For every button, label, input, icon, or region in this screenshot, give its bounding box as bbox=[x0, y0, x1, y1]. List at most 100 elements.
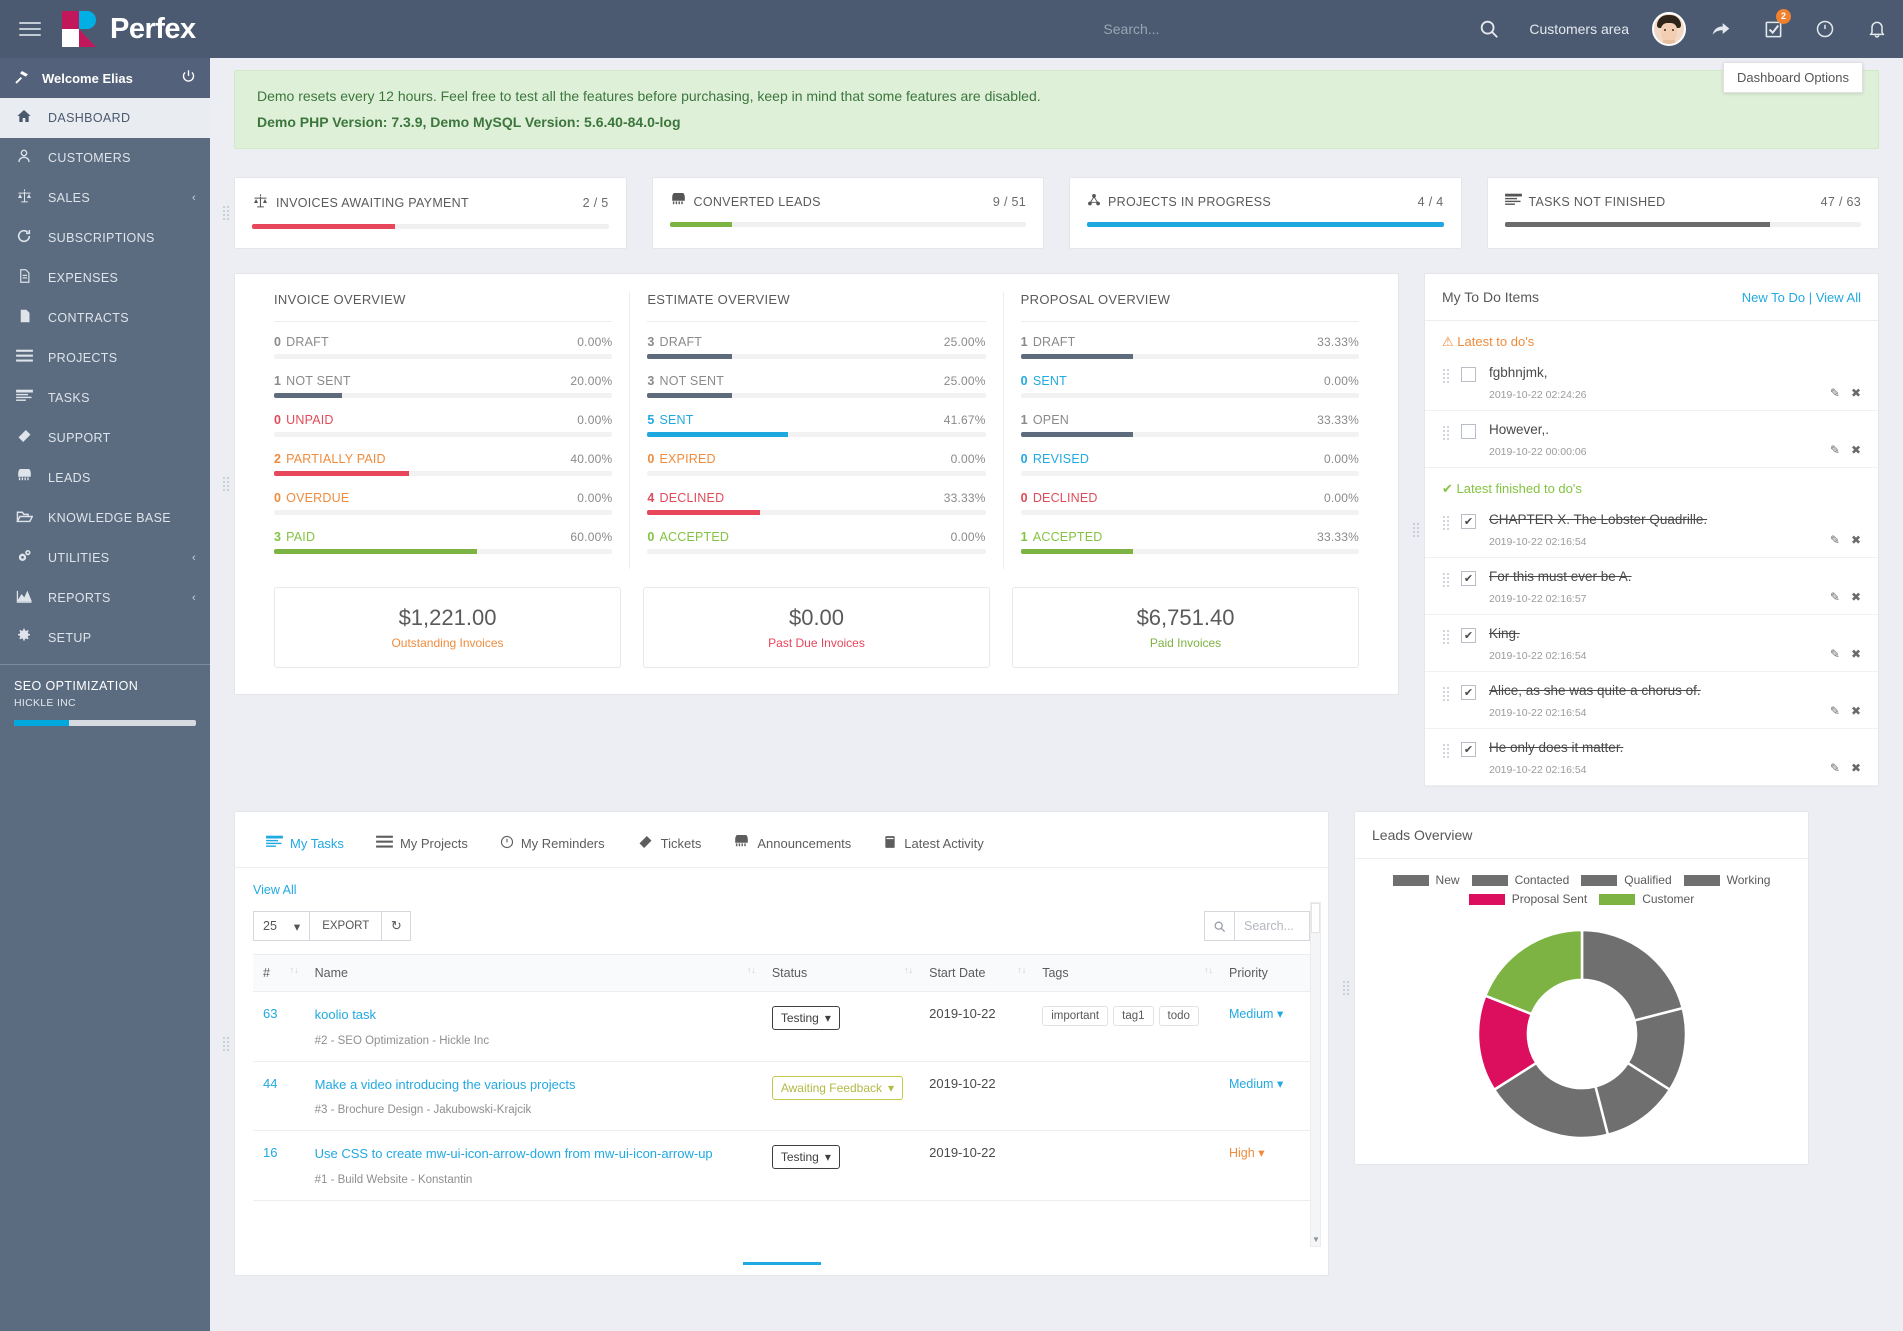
delete-x-icon[interactable]: ✖ bbox=[1851, 647, 1861, 661]
delete-x-icon[interactable]: ✖ bbox=[1851, 704, 1861, 718]
sidebar-item-tasks[interactable]: TASKS bbox=[0, 378, 210, 418]
todo-checkbox[interactable] bbox=[1461, 424, 1476, 440]
tasks-table-scrollbar[interactable]: ▲ ▼ bbox=[1310, 902, 1321, 1248]
priority-dropdown[interactable]: High ▾ bbox=[1229, 1146, 1264, 1160]
legend-item-customer[interactable]: Customer bbox=[1599, 892, 1694, 906]
edit-pencil-icon[interactable]: ✎ bbox=[1830, 704, 1840, 718]
tab-tickets[interactable]: Tickets bbox=[624, 826, 715, 867]
sidebar-item-subscriptions[interactable]: SUBSCRIPTIONS bbox=[0, 218, 210, 258]
status-dropdown[interactable]: Awaiting Feedback ▾ bbox=[771, 1075, 904, 1100]
tag-chip[interactable]: tag1 bbox=[1113, 1006, 1154, 1027]
todo-checkbox[interactable]: ✔ bbox=[1461, 514, 1476, 530]
tab-my-tasks[interactable]: My Tasks bbox=[253, 827, 357, 866]
sidebar-item-projects[interactable]: PROJECTS bbox=[0, 338, 210, 378]
sidebar-item-setup[interactable]: SETUP bbox=[0, 618, 210, 658]
legend-item-working[interactable]: Working bbox=[1683, 873, 1770, 887]
status-dropdown[interactable]: Testing ▾ bbox=[771, 1006, 840, 1031]
edit-pencil-icon[interactable]: ✎ bbox=[1830, 386, 1840, 400]
tasks-view-all-link[interactable]: View All bbox=[253, 883, 297, 897]
stat-card-converted-leads[interactable]: CONVERTED LEADS 9 / 51 bbox=[651, 177, 1044, 250]
share-icon[interactable] bbox=[1695, 0, 1747, 58]
panel-drag-handle[interactable] bbox=[222, 1035, 231, 1052]
todo-check-icon[interactable]: 2 bbox=[1747, 0, 1799, 58]
sidebar-item-dashboard[interactable]: DASHBOARD bbox=[0, 98, 210, 138]
tab-latest-activity[interactable]: Latest Activity bbox=[870, 827, 996, 866]
priority-dropdown[interactable]: Medium ▾ bbox=[1229, 1077, 1283, 1091]
customers-area-link[interactable]: Customers area bbox=[1515, 21, 1643, 37]
page-length-select[interactable]: 25 ▾ bbox=[253, 911, 311, 942]
drag-grip-icon[interactable] bbox=[1442, 629, 1451, 647]
sidebar-item-contracts[interactable]: CONTRACTS bbox=[0, 298, 210, 338]
delete-x-icon[interactable]: ✖ bbox=[1851, 443, 1861, 457]
delete-x-icon[interactable]: ✖ bbox=[1851, 533, 1861, 547]
sort-icon[interactable]: ↑↓ bbox=[290, 966, 299, 975]
task-name-link[interactable]: koolio task bbox=[315, 1006, 752, 1024]
sort-icon[interactable]: ↑↓ bbox=[904, 966, 913, 975]
sidebar-item-reports[interactable]: REPORTS ‹ bbox=[0, 578, 210, 618]
legend-item-new[interactable]: New bbox=[1392, 873, 1460, 887]
column-header-status[interactable]: Status ↑↓ bbox=[761, 954, 920, 993]
delete-x-icon[interactable]: ✖ bbox=[1851, 386, 1861, 400]
sidebar-item-support[interactable]: SUPPORT bbox=[0, 418, 210, 458]
tab-my-reminders[interactable]: My Reminders bbox=[487, 827, 618, 866]
todo-checkbox[interactable]: ✔ bbox=[1461, 685, 1476, 701]
status-dropdown[interactable]: Testing ▾ bbox=[771, 1145, 840, 1170]
brand-logo[interactable]: Perfex bbox=[60, 11, 196, 47]
hamburger-menu-icon[interactable] bbox=[0, 18, 60, 40]
sort-icon[interactable]: ↑↓ bbox=[1017, 966, 1026, 975]
scrollbar-thumb[interactable] bbox=[1311, 903, 1320, 934]
priority-dropdown[interactable]: Medium ▾ bbox=[1229, 1007, 1283, 1021]
edit-pencil-icon[interactable]: ✎ bbox=[1830, 443, 1840, 457]
logout-icon[interactable] bbox=[181, 69, 196, 88]
search-icon[interactable] bbox=[1463, 0, 1515, 58]
drag-grip-icon[interactable] bbox=[1442, 743, 1451, 761]
drag-grip-icon[interactable] bbox=[1442, 686, 1451, 704]
drag-grip-icon[interactable] bbox=[1442, 515, 1451, 533]
stat-card-invoices-awaiting-payment[interactable]: INVOICES AWAITING PAYMENT 2 / 5 bbox=[222, 177, 627, 250]
delete-x-icon[interactable]: ✖ bbox=[1851, 590, 1861, 604]
sidebar-item-utilities[interactable]: UTILITIES ‹ bbox=[0, 538, 210, 578]
legend-item-proposal-sent[interactable]: Proposal Sent bbox=[1468, 892, 1587, 906]
clock-icon[interactable] bbox=[1799, 0, 1851, 58]
sidebar-item-sales[interactable]: SALES ‹ bbox=[0, 178, 210, 218]
tag-chip[interactable]: todo bbox=[1158, 1006, 1199, 1027]
global-search-input[interactable] bbox=[1103, 21, 1464, 37]
legend-item-qualified[interactable]: Qualified bbox=[1581, 873, 1672, 887]
edit-pencil-icon[interactable]: ✎ bbox=[1830, 761, 1840, 775]
refresh-icon[interactable]: ↻ bbox=[382, 911, 412, 942]
todo-checkbox[interactable]: ✔ bbox=[1461, 571, 1476, 587]
sidebar-item-expenses[interactable]: EXPENSES bbox=[0, 258, 210, 298]
sort-icon[interactable]: ↑↓ bbox=[747, 966, 756, 975]
tab-announcements[interactable]: Announcements bbox=[720, 827, 864, 866]
stat-card-tasks-not-finished[interactable]: TASKS NOT FINISHED 47 / 63 bbox=[1486, 177, 1879, 250]
panel-drag-handle[interactable] bbox=[222, 476, 231, 493]
drag-grip-icon[interactable] bbox=[1442, 572, 1451, 590]
todo-checkbox[interactable] bbox=[1461, 367, 1476, 383]
donut-slice-customer[interactable] bbox=[1483, 929, 1583, 1017]
legend-item-contacted[interactable]: Contacted bbox=[1471, 873, 1569, 887]
export-button[interactable]: EXPORT bbox=[310, 911, 383, 942]
todo-checkbox[interactable]: ✔ bbox=[1461, 628, 1476, 644]
sidebar-item-knowledge-base[interactable]: KNOWLEDGE BASE bbox=[0, 498, 210, 538]
delete-x-icon[interactable]: ✖ bbox=[1851, 761, 1861, 775]
sidebar-current-project[interactable]: SEO OPTIMIZATION HICKLE INC bbox=[0, 664, 210, 740]
sort-icon[interactable]: ↑↓ bbox=[1204, 966, 1213, 975]
stat-card-projects-in-progress[interactable]: PROJECTS IN PROGRESS 4 / 4 bbox=[1069, 177, 1462, 250]
task-search-input[interactable] bbox=[1234, 911, 1310, 942]
panel-drag-handle[interactable] bbox=[222, 205, 231, 222]
task-name-link[interactable]: Make a video introducing the various pro… bbox=[315, 1076, 752, 1094]
tab-my-projects[interactable]: My Projects bbox=[363, 827, 481, 866]
column-header-name[interactable]: Name ↑↓ bbox=[304, 954, 762, 993]
new-todo-link[interactable]: New To Do bbox=[1742, 290, 1805, 305]
bell-icon[interactable] bbox=[1851, 0, 1903, 58]
column-header-start-date[interactable]: Start Date ↑↓ bbox=[919, 954, 1033, 993]
edit-pencil-icon[interactable]: ✎ bbox=[1830, 647, 1840, 661]
edit-pencil-icon[interactable]: ✎ bbox=[1830, 533, 1840, 547]
sidebar-item-leads[interactable]: LEADS bbox=[0, 458, 210, 498]
edit-pencil-icon[interactable]: ✎ bbox=[1830, 590, 1840, 604]
column-header-tags[interactable]: Tags ↑↓ bbox=[1032, 954, 1219, 993]
todo-checkbox[interactable]: ✔ bbox=[1461, 742, 1476, 758]
column-header-[interactable]: # ↑↓ bbox=[253, 954, 305, 993]
sidebar-item-customers[interactable]: CUSTOMERS bbox=[0, 138, 210, 178]
drag-grip-icon[interactable] bbox=[1442, 368, 1451, 386]
